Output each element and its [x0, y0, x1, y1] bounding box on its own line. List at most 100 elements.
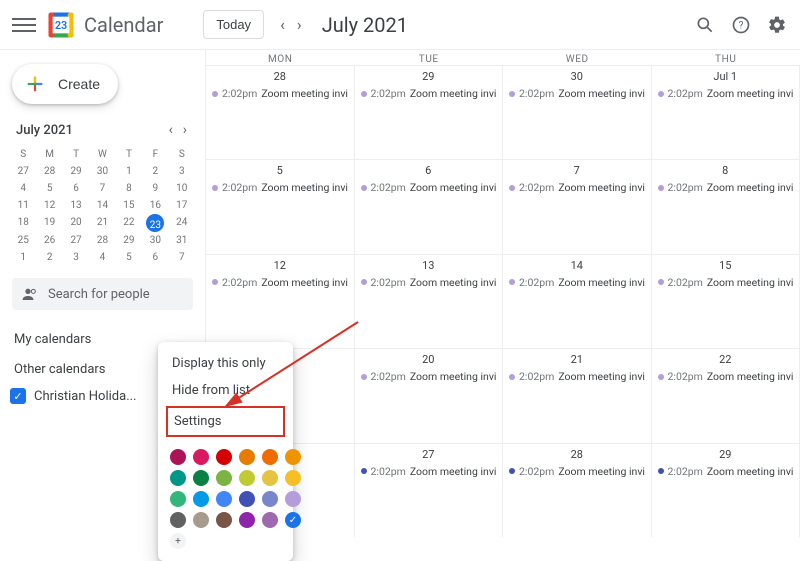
- day-cell[interactable]: 292:02pmZoom meeting invitat: [652, 443, 800, 537]
- mini-day[interactable]: 1: [10, 249, 36, 266]
- create-button[interactable]: Create: [12, 64, 118, 104]
- mini-day[interactable]: 24: [169, 214, 195, 232]
- day-cell[interactable]: 52:02pmZoom meeting invitati: [206, 159, 355, 253]
- event-item[interactable]: 2:02pmZoom meeting invitat: [509, 465, 645, 478]
- mini-day[interactable]: 11: [10, 197, 36, 214]
- color-swatch[interactable]: ✓: [285, 512, 301, 528]
- mini-day[interactable]: 5: [116, 249, 142, 266]
- mini-day[interactable]: 14: [89, 197, 115, 214]
- mini-calendar[interactable]: SMTWTFS272829301234567891011121314151617…: [10, 146, 195, 266]
- mini-day[interactable]: 30: [142, 232, 168, 249]
- mini-day[interactable]: 28: [89, 232, 115, 249]
- mini-day[interactable]: 9: [142, 180, 168, 197]
- calendar-checkbox[interactable]: ✓: [10, 388, 26, 404]
- mini-day[interactable]: 21: [89, 214, 115, 232]
- mini-day[interactable]: 28: [36, 163, 62, 180]
- event-item[interactable]: 2:02pmZoom meeting invitati: [212, 276, 348, 289]
- mini-day[interactable]: 4: [89, 249, 115, 266]
- color-swatch[interactable]: [170, 470, 186, 486]
- day-cell[interactable]: 202:02pmZoom meeting invitati: [355, 348, 504, 442]
- event-item[interactable]: 2:02pmZoom meeting invitat: [509, 370, 645, 383]
- mini-day[interactable]: 6: [142, 249, 168, 266]
- color-swatch[interactable]: [239, 491, 255, 507]
- mini-next-button[interactable]: ›: [181, 120, 189, 140]
- mini-day[interactable]: 7: [169, 249, 195, 266]
- color-swatch[interactable]: [285, 449, 301, 465]
- mini-day[interactable]: 25: [10, 232, 36, 249]
- mini-day[interactable]: 5: [36, 180, 62, 197]
- event-item[interactable]: 2:02pmZoom meeting invitat: [658, 87, 794, 100]
- mini-day[interactable]: 4: [10, 180, 36, 197]
- day-cell[interactable]: 152:02pmZoom meeting invitat: [652, 254, 800, 348]
- day-cell[interactable]: 212:02pmZoom meeting invitat: [503, 348, 652, 442]
- mini-day[interactable]: 3: [63, 249, 89, 266]
- search-icon[interactable]: [694, 14, 716, 36]
- mini-day[interactable]: 22: [116, 214, 142, 232]
- event-item[interactable]: 2:02pmZoom meeting invitat: [509, 181, 645, 194]
- day-cell[interactable]: 282:02pmZoom meeting invitat: [503, 443, 652, 537]
- hide-from-list-menu-item[interactable]: Hide from list: [158, 377, 293, 404]
- event-item[interactable]: 2:02pmZoom meeting invitati: [212, 87, 348, 100]
- day-cell[interactable]: 222:02pmZoom meeting invitat: [652, 348, 800, 442]
- color-swatch[interactable]: [262, 512, 278, 528]
- add-color-swatch[interactable]: +: [170, 533, 186, 549]
- mini-day[interactable]: 31: [169, 232, 195, 249]
- color-swatch[interactable]: [262, 491, 278, 507]
- day-cell[interactable]: 62:02pmZoom meeting invitati: [355, 159, 504, 253]
- mini-day[interactable]: 27: [10, 163, 36, 180]
- color-swatch[interactable]: [193, 449, 209, 465]
- today-button[interactable]: Today: [203, 10, 264, 39]
- mini-day[interactable]: 2: [36, 249, 62, 266]
- event-item[interactable]: 2:02pmZoom meeting invitat: [658, 465, 794, 478]
- day-cell[interactable]: 272:02pmZoom meeting invitati: [355, 443, 504, 537]
- day-cell[interactable]: 82:02pmZoom meeting invitat: [652, 159, 800, 253]
- color-swatch[interactable]: [239, 449, 255, 465]
- event-item[interactable]: 2:02pmZoom meeting invitati: [361, 87, 497, 100]
- event-item[interactable]: 2:02pmZoom meeting invitat: [509, 276, 645, 289]
- help-icon[interactable]: ?: [730, 14, 752, 36]
- mini-prev-button[interactable]: ‹: [167, 120, 175, 140]
- mini-day[interactable]: 16: [142, 197, 168, 214]
- mini-day[interactable]: 13: [63, 197, 89, 214]
- color-swatch[interactable]: [239, 512, 255, 528]
- settings-icon[interactable]: [766, 14, 788, 36]
- color-swatch[interactable]: [193, 512, 209, 528]
- mini-day[interactable]: 7: [89, 180, 115, 197]
- color-swatch[interactable]: [170, 512, 186, 528]
- day-cell[interactable]: 292:02pmZoom meeting invitati: [355, 65, 504, 159]
- mini-day[interactable]: 29: [63, 163, 89, 180]
- day-cell[interactable]: Jul 12:02pmZoom meeting invitat: [652, 65, 800, 159]
- color-swatch[interactable]: [193, 470, 209, 486]
- mini-day[interactable]: 30: [89, 163, 115, 180]
- event-item[interactable]: 2:02pmZoom meeting invitati: [361, 276, 497, 289]
- mini-day[interactable]: 15: [116, 197, 142, 214]
- color-swatch[interactable]: [285, 470, 301, 486]
- event-item[interactable]: 2:02pmZoom meeting invitati: [361, 465, 497, 478]
- mini-day[interactable]: 27: [63, 232, 89, 249]
- day-cell[interactable]: 122:02pmZoom meeting invitati: [206, 254, 355, 348]
- color-swatch[interactable]: [170, 449, 186, 465]
- settings-menu-item[interactable]: Settings: [168, 408, 283, 435]
- mini-day[interactable]: 19: [36, 214, 62, 232]
- menu-icon[interactable]: [12, 13, 36, 37]
- mini-day[interactable]: 17: [169, 197, 195, 214]
- event-item[interactable]: 2:02pmZoom meeting invitat: [658, 181, 794, 194]
- mini-day[interactable]: 20: [63, 214, 89, 232]
- mini-day[interactable]: 23: [146, 214, 164, 232]
- color-swatch[interactable]: [170, 491, 186, 507]
- event-item[interactable]: 2:02pmZoom meeting invitat: [509, 87, 645, 100]
- color-swatch[interactable]: [216, 449, 232, 465]
- color-swatch[interactable]: [285, 491, 301, 507]
- event-item[interactable]: 2:02pmZoom meeting invitat: [658, 276, 794, 289]
- day-cell[interactable]: 282:02pmZoom meeting invitati: [206, 65, 355, 159]
- event-item[interactable]: 2:02pmZoom meeting invitati: [361, 370, 497, 383]
- color-swatch[interactable]: [239, 470, 255, 486]
- color-swatch[interactable]: [216, 512, 232, 528]
- mini-day[interactable]: 18: [10, 214, 36, 232]
- color-swatch[interactable]: [193, 491, 209, 507]
- day-cell[interactable]: 142:02pmZoom meeting invitat: [503, 254, 652, 348]
- mini-day[interactable]: 2: [142, 163, 168, 180]
- display-only-menu-item[interactable]: Display this only: [158, 350, 293, 377]
- mini-day[interactable]: 6: [63, 180, 89, 197]
- prev-period-button[interactable]: ‹: [274, 11, 291, 38]
